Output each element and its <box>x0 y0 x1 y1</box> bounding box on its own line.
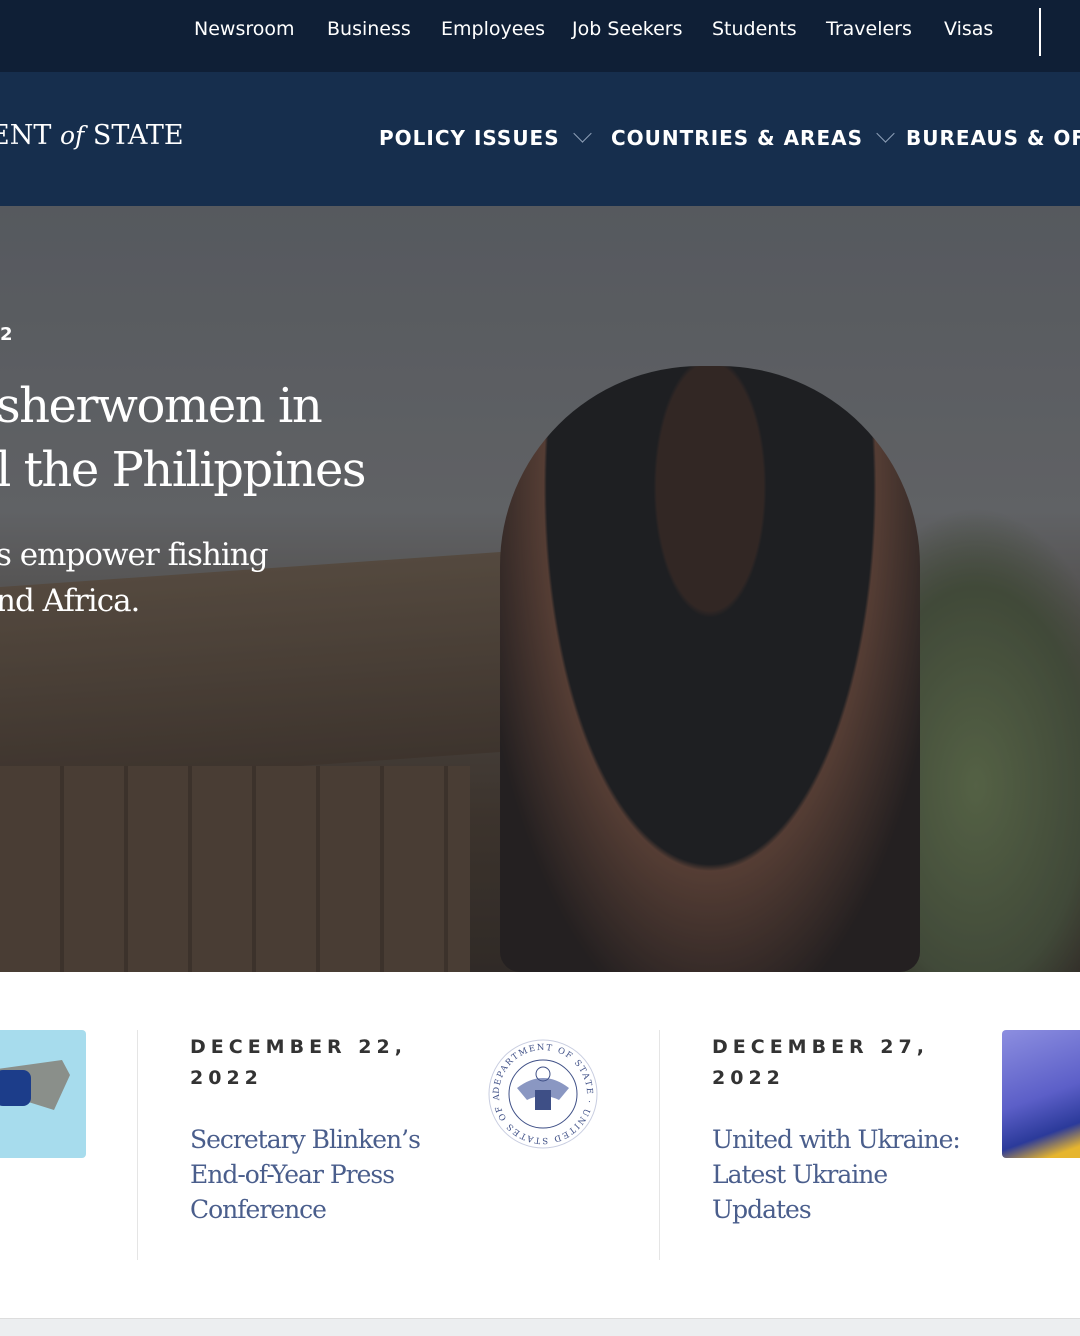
nav-newsroom[interactable]: Newsroom <box>194 18 295 40</box>
hero-title-line: sherwomen in <box>0 378 323 434</box>
map-badge <box>0 1070 31 1106</box>
card-date: DECEMBER 22, 2022 <box>190 1036 407 1089</box>
nav-bureaus-offices[interactable]: BUREAUS & OFFI <box>906 126 1080 150</box>
nav-travelers[interactable]: Travelers <box>826 18 912 40</box>
hero-subtitle: s empower fishing nd Africa. <box>0 532 269 624</box>
logo-text-of: of <box>59 121 85 150</box>
site-logo[interactable]: ENT of STATE <box>0 120 184 151</box>
nav-label: BUREAUS & OFFI <box>906 126 1080 150</box>
divider <box>659 1030 660 1260</box>
hero-subtitle-line: s empower fishing <box>0 537 269 573</box>
logo-text-state: STATE <box>84 120 184 151</box>
chevron-down-icon <box>572 124 592 143</box>
nav-policy-issues[interactable]: POLICY ISSUES <box>379 124 592 150</box>
nav-business[interactable]: Business <box>327 18 411 40</box>
nav-job-seekers[interactable]: Job Seekers <box>572 18 683 40</box>
footer-edge <box>0 1318 1080 1336</box>
card-title-link[interactable]: Secretary Blinken’s End-of-Year Press Co… <box>190 1122 450 1227</box>
card-date: DECEMBER 27, 2022 <box>712 1036 929 1089</box>
utility-nav: Newsroom Business Employees Job Seekers … <box>0 0 1080 72</box>
hero-date: 2 <box>0 324 15 345</box>
card-title-link[interactable]: United with Ukraine: Latest Ukraine Upda… <box>712 1122 972 1227</box>
nav-label: POLICY ISSUES <box>379 126 560 150</box>
nav-employees[interactable]: Employees <box>441 18 545 40</box>
hero-subtitle-line: nd Africa. <box>0 583 140 619</box>
main-nav: ENT of STATE POLICY ISSUES COUNTRIES & A… <box>0 72 1080 206</box>
divider <box>1039 8 1041 56</box>
hero-title[interactable]: sherwomen in l the Philippines <box>0 374 367 502</box>
nav-visas[interactable]: Visas <box>944 18 993 40</box>
card-thumbnail-ukraine[interactable] <box>1002 1030 1080 1158</box>
card-thumbnail-map[interactable] <box>0 1030 86 1158</box>
nav-students[interactable]: Students <box>712 18 797 40</box>
hero-banner[interactable]: 2 sherwomen in l the Philippines s empow… <box>0 206 1080 972</box>
hero-title-line: l the Philippines <box>0 442 367 498</box>
chevron-down-icon <box>876 124 895 143</box>
department-of-state-seal-icon[interactable]: DEPARTMENT OF STATE · UNITED STATES OF A… <box>487 1038 599 1150</box>
divider <box>137 1030 138 1260</box>
nav-label: COUNTRIES & AREAS <box>611 126 863 150</box>
nav-countries-areas[interactable]: COUNTRIES & AREAS <box>611 124 895 150</box>
logo-text: ENT <box>0 120 52 151</box>
